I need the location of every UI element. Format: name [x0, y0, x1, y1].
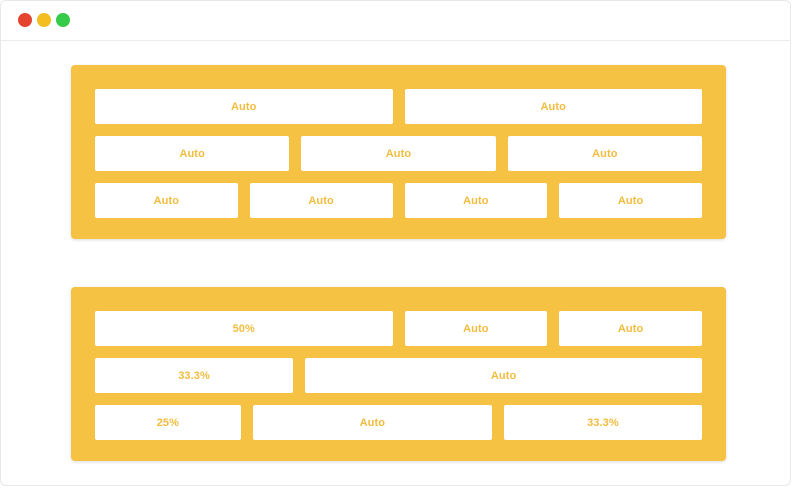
grid-cell: Auto [404, 89, 702, 124]
grid-cell: Auto [507, 136, 702, 171]
browser-window: Auto Auto Auto Auto Auto Auto Auto Auto … [0, 0, 791, 486]
grid-cell: Auto [249, 183, 393, 218]
grid-cell: 33.3% [95, 358, 294, 393]
grid-cell: 50% [95, 311, 393, 346]
grid-row: Auto Auto Auto [95, 136, 702, 171]
grid-row: Auto Auto [95, 89, 702, 124]
grid-row: 25% Auto 33.3% [95, 405, 702, 440]
grid-cell: Auto [95, 183, 238, 218]
grid-panel-sized: 50% Auto Auto 33.3% Auto 25% Auto 33.3% [71, 287, 726, 461]
grid-cell: Auto [301, 136, 496, 171]
grid-cell: Auto [404, 311, 548, 346]
title-bar [1, 1, 790, 41]
maximize-button[interactable] [56, 13, 70, 27]
grid-cell: Auto [252, 405, 492, 440]
grid-cell: Auto [305, 358, 702, 393]
close-button[interactable] [18, 13, 32, 27]
grid-cell: Auto [95, 89, 393, 124]
grid-cell: Auto [95, 136, 290, 171]
grid-row: 50% Auto Auto [95, 311, 702, 346]
grid-cell: Auto [404, 183, 548, 218]
grid-cell: Auto [559, 311, 702, 346]
grid-row: Auto Auto Auto Auto [95, 183, 702, 218]
grid-panel-auto: Auto Auto Auto Auto Auto Auto Auto Auto … [71, 65, 726, 239]
grid-cell: 25% [95, 405, 241, 440]
minimize-button[interactable] [37, 13, 51, 27]
grid-cell: 33.3% [503, 405, 702, 440]
grid-row: 33.3% Auto [95, 358, 702, 393]
grid-cell: Auto [559, 183, 702, 218]
